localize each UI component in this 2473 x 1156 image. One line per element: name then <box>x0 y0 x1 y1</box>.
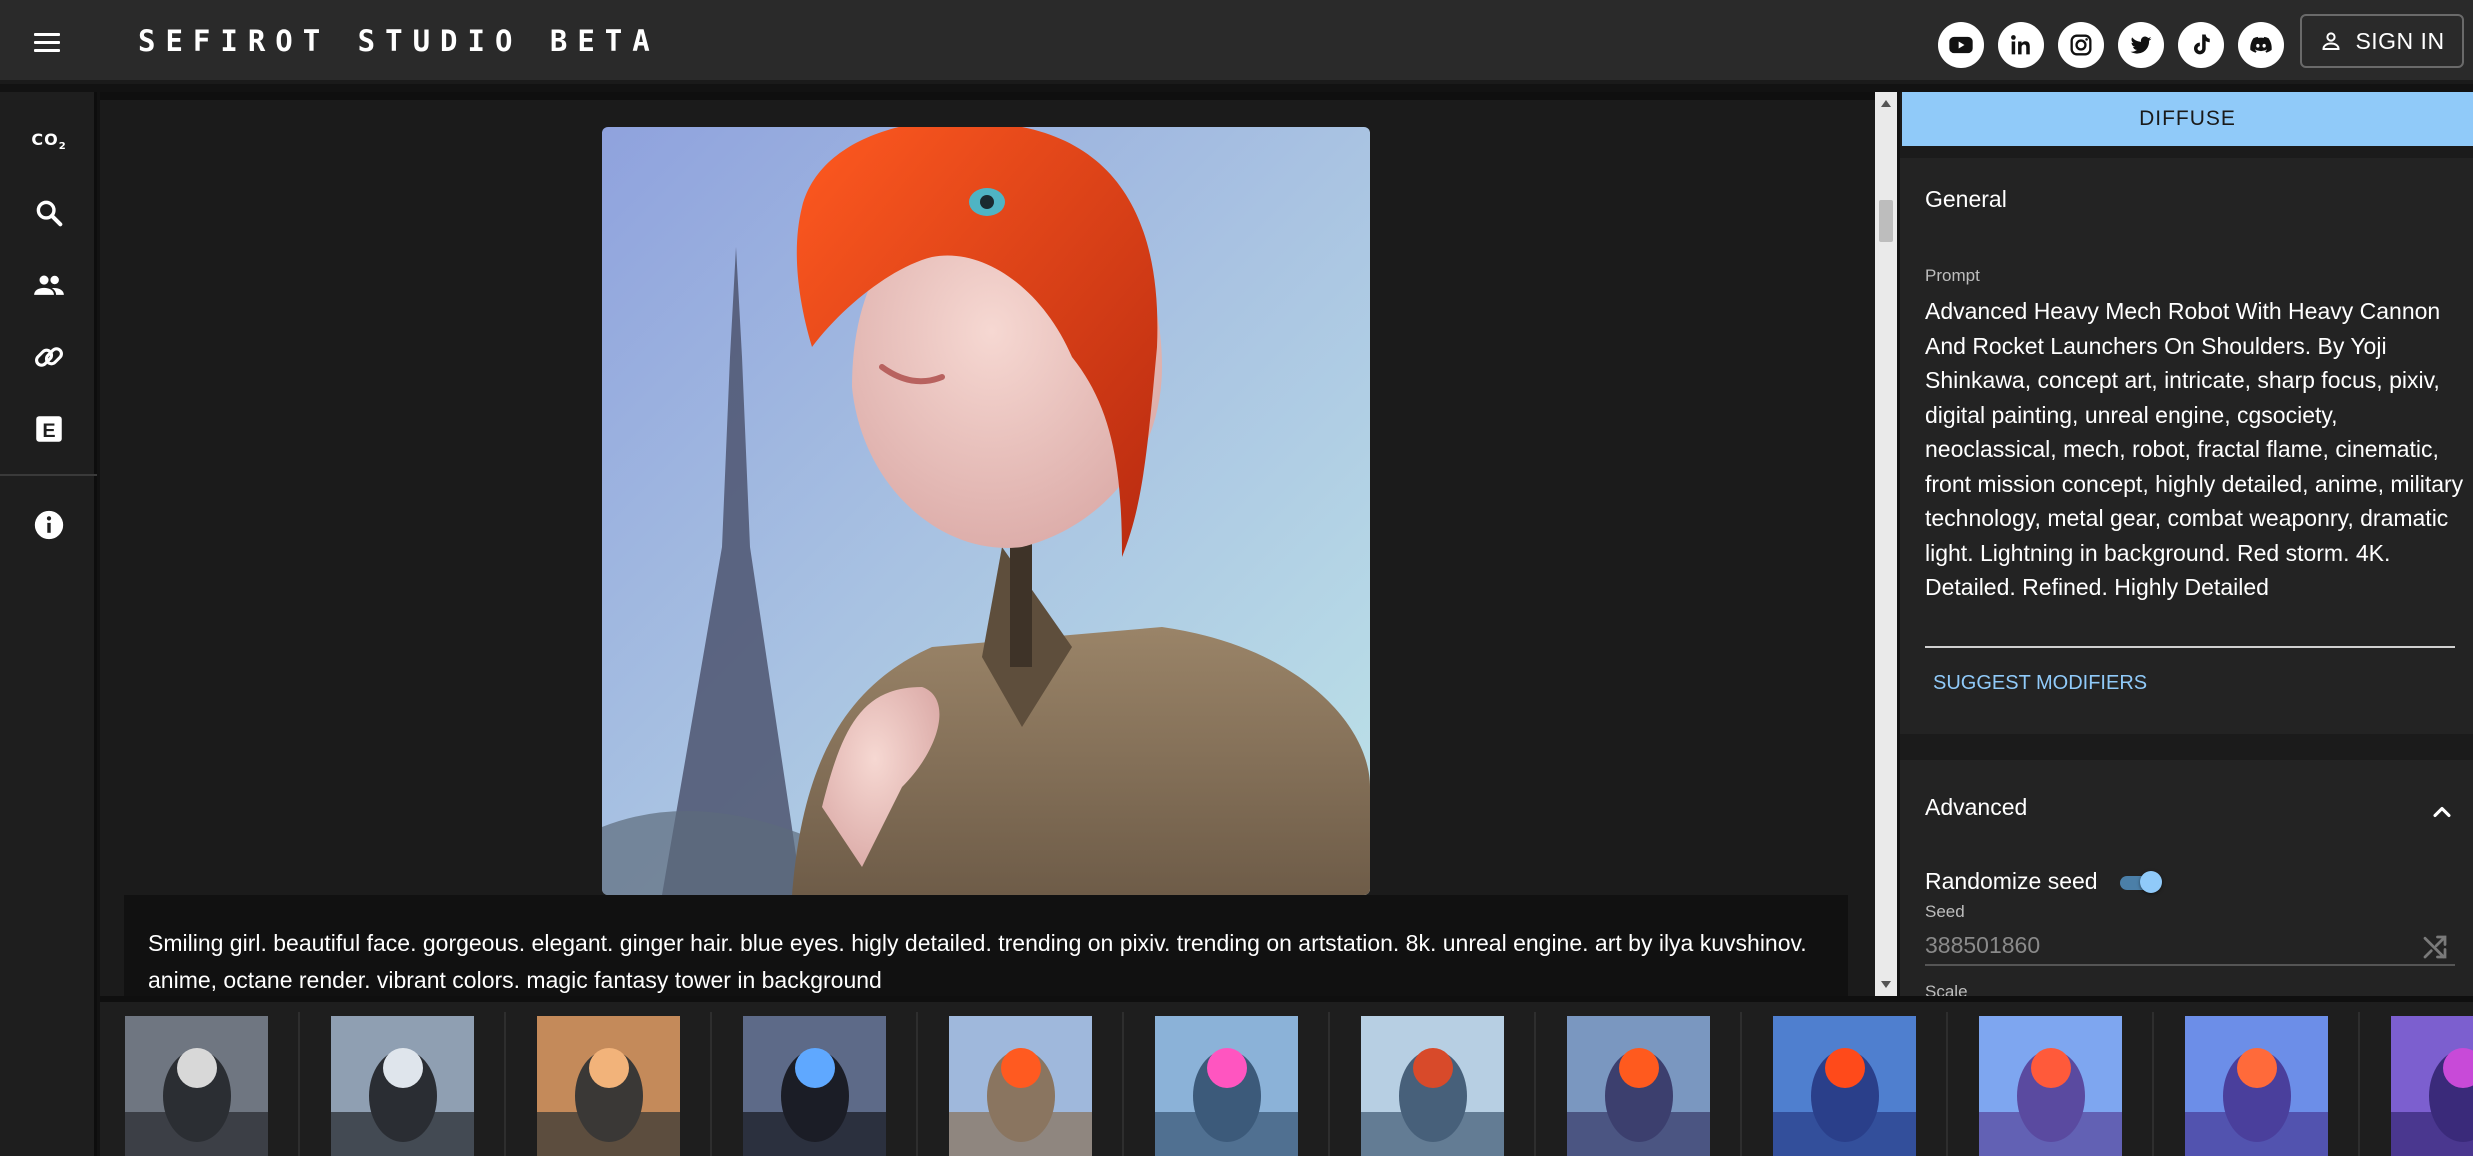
person-icon <box>2322 32 2340 50</box>
thumbnail-ginger-girl-portrait[interactable] <box>1567 1016 1710 1156</box>
people-icon[interactable] <box>24 260 74 310</box>
discord-icon[interactable] <box>2238 22 2284 68</box>
shuffle-icon[interactable] <box>2420 932 2450 962</box>
randomize-seed-toggle[interactable] <box>2118 870 2162 894</box>
settings-panel: DIFFUSE General Prompt Advanced Heavy Me… <box>1900 92 2473 996</box>
rail-divider <box>0 474 97 476</box>
thumbnail-mech-robot-cannon[interactable] <box>331 1016 474 1156</box>
thumbnail-redhead-girl-closeup[interactable] <box>1773 1016 1916 1156</box>
app-title: SEFIROT STUDIO BETA <box>138 24 660 58</box>
general-title: General <box>1925 186 2007 212</box>
co2-sub: 2 <box>58 141 67 153</box>
thumbnail-divider <box>1534 1012 1536 1156</box>
thumbnail-girl-pink-tower[interactable] <box>1155 1016 1298 1156</box>
thumbnail-castle-purple[interactable] <box>2391 1016 2473 1156</box>
twitter-icon[interactable] <box>2118 22 2164 68</box>
sign-in-button[interactable]: SIGN IN <box>2300 14 2464 68</box>
image-preview-panel: Smiling girl. beautiful face. gorgeous. … <box>100 92 1875 1004</box>
sign-in-label: SIGN IN <box>2355 27 2445 54</box>
search-icon[interactable] <box>24 188 74 238</box>
thumbnail-divider <box>298 1012 300 1156</box>
thumbnail-redhead-girl-castle-2[interactable] <box>2185 1016 2328 1156</box>
scroll-thumb[interactable] <box>1879 200 1893 242</box>
top-app-bar: SEFIROT STUDIO BETA SIGN IN <box>0 0 2473 84</box>
scroll-up-icon[interactable] <box>1881 100 1891 107</box>
co2-icon[interactable]: CO2 <box>24 116 74 166</box>
e-badge-label: E <box>42 420 55 442</box>
thumbnail-divider <box>710 1012 712 1156</box>
e-badge-icon[interactable]: E <box>24 404 74 454</box>
prompt-input[interactable]: Advanced Heavy Mech Robot With Heavy Can… <box>1925 294 2470 605</box>
thumbnail-divider <box>2152 1012 2154 1156</box>
youtube-icon[interactable] <box>1938 22 1984 68</box>
instagram-icon[interactable] <box>2058 22 2104 68</box>
preview-scrollbar[interactable] <box>1875 92 1897 996</box>
thumbnail-redhead-girl-castle[interactable] <box>1979 1016 2122 1156</box>
thumbnail-divider <box>1328 1012 1330 1156</box>
linkedin-icon[interactable] <box>1998 22 2044 68</box>
randomize-seed-label: Randomize seed <box>1925 868 2098 894</box>
menu-icon[interactable] <box>30 24 66 60</box>
history-strip <box>100 996 2473 1156</box>
co2-label: CO <box>31 129 59 149</box>
suggest-modifiers-button[interactable]: SUGGEST MODIFIERS <box>1933 672 2147 695</box>
thumbnail-ginger-girl-eiffel[interactable] <box>949 1016 1092 1156</box>
thumbnail-divider <box>504 1012 506 1156</box>
advanced-title: Advanced <box>1925 794 2028 820</box>
prompt-label: Prompt <box>1925 266 1980 285</box>
thumbnail-mech-robot-sunset[interactable] <box>537 1016 680 1156</box>
thumbnail-mech-robot-winged[interactable] <box>125 1016 268 1156</box>
thumbnail-girl-city-profile[interactable] <box>1361 1016 1504 1156</box>
image-caption: Smiling girl. beautiful face. gorgeous. … <box>124 895 1848 1004</box>
left-nav-rail: CO2 E <box>0 92 97 1156</box>
chevron-up-icon[interactable] <box>2428 798 2456 826</box>
scale-label: Scale <box>1925 982 1968 996</box>
diffuse-button[interactable]: DIFFUSE <box>1902 92 2473 146</box>
thumbnail-divider <box>916 1012 918 1156</box>
general-card: General Prompt Advanced Heavy Mech Robot… <box>1900 158 2473 734</box>
advanced-card: Advanced Randomize seed Seed Scale <box>1900 760 2473 996</box>
thumbnail-mech-robot-blue-lights[interactable] <box>743 1016 886 1156</box>
seed-label: Seed <box>1925 902 1965 921</box>
thumbnail-divider <box>1946 1012 1948 1156</box>
link-icon[interactable] <box>24 332 74 382</box>
prompt-underline <box>1925 646 2455 648</box>
seed-input[interactable] <box>1925 926 2455 966</box>
tiktok-icon[interactable] <box>2178 22 2224 68</box>
thumbnail-divider <box>1740 1012 1742 1156</box>
scroll-down-icon[interactable] <box>1881 981 1891 988</box>
generated-image[interactable] <box>602 127 1370 895</box>
thumbnail-divider <box>2358 1012 2360 1156</box>
info-icon[interactable] <box>24 500 74 550</box>
social-links <box>1938 22 2284 68</box>
thumbnail-divider <box>1122 1012 1124 1156</box>
